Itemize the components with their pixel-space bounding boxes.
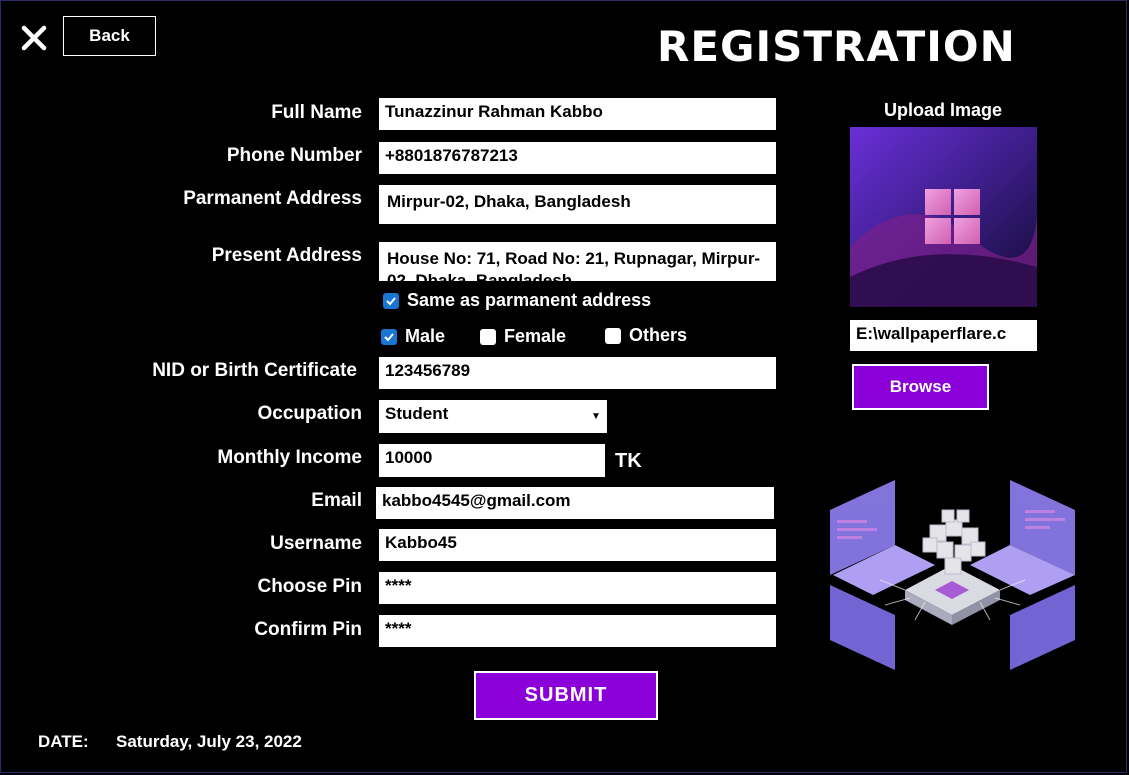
checkbox-checked-icon — [381, 328, 397, 345]
occupation-select[interactable]: Student ▼ — [379, 400, 607, 433]
browse-button[interactable]: Browse — [852, 364, 989, 410]
monthly-income-input[interactable]: 10000 — [379, 444, 605, 477]
occupation-label: Occupation — [257, 403, 362, 424]
email-label: Email — [311, 490, 362, 511]
checkbox-unchecked-icon — [480, 328, 496, 345]
permanent-address-input[interactable]: Mirpur-02, Dhaka, Bangladesh — [379, 185, 776, 224]
male-checkbox[interactable]: Male — [381, 326, 445, 347]
confirm-pin-label: Confirm Pin — [254, 619, 362, 640]
female-label: Female — [504, 326, 567, 346]
occupation-value: Student — [385, 404, 449, 423]
phone-input[interactable]: +8801876787213 — [379, 142, 776, 174]
date-label: DATE: — [38, 732, 89, 751]
nid-input[interactable]: 123456789 — [379, 357, 776, 389]
female-checkbox[interactable]: Female — [480, 326, 566, 347]
phone-label: Phone Number — [226, 145, 362, 166]
present-address-input[interactable]: House No: 71, Road No: 21, Rupnagar, Mir… — [379, 242, 776, 281]
close-icon[interactable] — [20, 24, 48, 52]
currency-label: TK — [615, 450, 642, 472]
image-path-input[interactable]: E:\wallpaperflare.c — [850, 320, 1037, 351]
same-address-label: Same as parmanent address — [407, 290, 652, 310]
choose-pin-input[interactable]: **** — [379, 572, 776, 604]
male-label: Male — [405, 326, 446, 346]
username-label: Username — [270, 533, 362, 554]
submit-button[interactable]: SUBMIT — [474, 671, 658, 720]
upload-image-label: Upload Image — [883, 100, 1003, 120]
username-input[interactable]: Kabbo45 — [379, 529, 776, 561]
full-name-label: Full Name — [271, 102, 362, 123]
choose-pin-label: Choose Pin — [257, 576, 362, 597]
present-address-label: Present Address — [211, 245, 362, 266]
uploaded-image-preview — [850, 127, 1037, 307]
dropdown-arrow-icon[interactable]: ▼ — [585, 400, 607, 433]
date-value: Saturday, July 23, 2022 — [116, 732, 302, 751]
monthly-income-label: Monthly Income — [217, 447, 362, 468]
page-title: REGISTRATION — [657, 22, 1016, 71]
checkbox-checked-icon — [383, 292, 399, 309]
same-address-checkbox[interactable]: Same as parmanent address — [383, 290, 651, 311]
nid-label: NID or Birth Certificate — [152, 360, 357, 381]
full-name-input[interactable]: Tunazzinur Rahman Kabbo — [379, 98, 776, 130]
checkbox-unchecked-icon — [605, 327, 621, 344]
others-label: Others — [629, 325, 688, 345]
back-button[interactable]: Back — [63, 16, 156, 56]
permanent-address-label: Parmanent Address — [183, 188, 362, 209]
others-checkbox[interactable]: Others — [605, 325, 687, 346]
confirm-pin-input[interactable]: **** — [379, 615, 776, 647]
email-input[interactable]: kabbo4545@gmail.com — [376, 487, 774, 519]
tech-illustration — [825, 470, 1080, 675]
